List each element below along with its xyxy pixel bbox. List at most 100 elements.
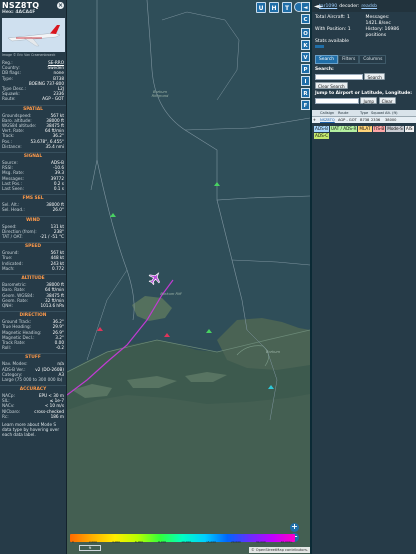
section-title: SPEED xyxy=(0,242,66,250)
section-row: Distance: 35.4 nmi xyxy=(0,144,66,149)
section-key[interactable]: Last Seen: xyxy=(2,186,24,191)
messages-rate: Messages: 1421.8/sec xyxy=(365,15,391,26)
section-key[interactable]: Roll: xyxy=(2,345,11,350)
table-cell: NSZ8TQ xyxy=(320,118,335,122)
scale-tick-label: 10,000 xyxy=(181,540,192,544)
scale-tick-label: 0 xyxy=(72,540,74,544)
column-header[interactable]: Callsign xyxy=(319,110,337,116)
tab-columns[interactable]: Columns xyxy=(359,55,387,64)
scale-tick-label: 4,000 xyxy=(111,540,120,544)
clear-search-button[interactable]: Clear Search xyxy=(315,82,348,89)
section-row: TAT / OAT: -21 / -51 °C xyxy=(0,234,66,239)
section-title: SPATIAL xyxy=(0,104,66,113)
toolbar-button-f[interactable]: F xyxy=(301,100,310,110)
section-title: FMS SEL xyxy=(0,194,66,202)
section-key[interactable]: Mach: xyxy=(2,266,15,271)
decoder-status-link[interactable]: readsb xyxy=(361,4,377,9)
detail-row: Route: AGP - GOT xyxy=(0,96,66,101)
aircraft-details: Reg.: SE-RRO Country: Sweden DB flags: none Ty… xyxy=(0,60,66,102)
info-footer-note: Learn more about Mode S data type by hov… xyxy=(2,421,60,437)
aircraft-hex: Hex: 4ACA4F xyxy=(2,10,36,15)
accuracy-key[interactable]: Rc: xyxy=(2,414,9,419)
airplane-photo-icon xyxy=(2,18,65,52)
section-key[interactable]: Distance: xyxy=(2,144,22,149)
section-row: Roll: -0.2 xyxy=(0,345,66,350)
section-key[interactable]: TAT / OAT: xyxy=(2,234,23,239)
toggle-h-button[interactable]: H xyxy=(269,2,279,13)
toolbar-button-i[interactable]: I xyxy=(301,76,310,86)
section-title: ALTITUDE xyxy=(0,274,66,282)
aircraft-table: Callsign Route Type Squawk Alt. (ft) ✈ NSZ8TQ… xyxy=(312,110,416,123)
source-legend-ads-c: ADS-C xyxy=(314,133,330,139)
aircraft-header: NSZ8TQ Hex: 4ACA4F × xyxy=(0,0,66,15)
tab-filters[interactable]: Filters xyxy=(338,55,360,64)
section-key[interactable]: QNH: xyxy=(2,303,13,308)
section-title: STUFF xyxy=(0,353,66,361)
table-header: Callsign Route Type Squawk Alt. (ft) xyxy=(312,110,416,117)
scale-tick-label: 30,000 xyxy=(255,540,266,544)
column-header[interactable]: Type xyxy=(359,110,370,116)
category-note: Large (75 000 to 300 000 lb) xyxy=(2,376,63,382)
toolbar-button-k[interactable]: K xyxy=(301,40,310,50)
scale-tick-label: 40,000+ xyxy=(280,540,293,544)
scale-tick-label: 15,000 xyxy=(206,540,216,544)
section-key[interactable]: Sel. Head.: xyxy=(2,207,25,212)
toggle-t-button[interactable]: T xyxy=(282,2,292,13)
stats-chip-icon[interactable] xyxy=(315,45,324,48)
search-input[interactable] xyxy=(315,73,363,80)
altitude-scale-ticks: 0 2,000 4,000 6,000 8,000 10,000 15,000 20,000 3… xyxy=(70,540,295,544)
map-toolbar: ◄ C O K V P I R F xyxy=(300,0,312,554)
selected-aircraft-panel: NSZ8TQ Hex: 4ACA4F × Image © Eric Van Cr… xyxy=(0,0,67,554)
column-header[interactable]: Alt. (ft) xyxy=(384,110,398,116)
map-label-borkum-riffgrund: Borkum Riffgrund xyxy=(151,90,169,98)
section-row: Sel. Head.: 26.0° xyxy=(0,207,66,212)
table-row[interactable]: ✈ NSZ8TQ AGP - GOT B738 2336 38000 xyxy=(312,117,416,123)
altitude-unit-toggle[interactable]: ft xyxy=(79,545,101,551)
photo-credit: Image © Eric Van Craenenbroeck xyxy=(2,53,56,57)
toggle-u-button[interactable]: U xyxy=(256,2,266,13)
toolbar-button-◄[interactable]: ◄ xyxy=(301,2,310,12)
accuracy-rows: NACp: EPU < 30 m SIL: ≤ 1e-7 NACv: < 10 m/s NI… xyxy=(0,393,66,419)
table-body: ✈ NSZ8TQ AGP - GOT B738 2336 38000 xyxy=(312,117,416,123)
column-header[interactable] xyxy=(398,110,408,116)
map-label-borkum: Borkum xyxy=(265,350,280,354)
source-legend-ais: AIS xyxy=(404,126,414,132)
close-icon[interactable]: × xyxy=(57,2,64,9)
section-title: WIND xyxy=(0,215,66,224)
source-legend: ADS-B UAT / ADS-R MLAT TIS-B Mode-S AIS ADS-C xyxy=(312,123,416,142)
aircraft-photo[interactable] xyxy=(2,18,65,52)
brand-link[interactable]: tar1090 xyxy=(319,4,337,9)
aircraft-callsign[interactable]: NSZ8TQ xyxy=(2,1,64,10)
table-cell: ✈ xyxy=(313,118,317,122)
map-canvas[interactable]: Borkum Riffgrund Borkum Riff Borkum U H … xyxy=(67,0,310,554)
search-button[interactable]: Search xyxy=(364,73,385,80)
jump-input[interactable] xyxy=(315,97,359,104)
section-title: SIGNAL xyxy=(0,152,66,160)
toolbar-button-o[interactable]: O xyxy=(301,28,310,38)
section-value: 1013.6 hPa xyxy=(40,302,64,308)
column-header[interactable]: Squawk xyxy=(370,110,384,116)
clear-jump-button[interactable]: Clear xyxy=(378,97,396,104)
detail-value: AGP - GOT xyxy=(42,96,64,102)
column-header[interactable] xyxy=(312,110,319,116)
column-header[interactable]: Route xyxy=(337,110,359,116)
side-tabs: Search Filters Columns xyxy=(315,55,413,64)
jump-button[interactable]: Jump xyxy=(360,97,378,104)
detail-key: Route: xyxy=(2,96,16,102)
section-row: QNH: 1013.6 hPa xyxy=(0,303,66,308)
map-label-borkum-riff: Borkum Riff xyxy=(160,292,182,296)
section-value: 35.4 nmi xyxy=(45,143,64,149)
source-legend-ads-b: ADS-B xyxy=(314,126,329,132)
tab-search[interactable]: Search xyxy=(315,55,339,64)
toolbar-button-v[interactable]: V xyxy=(301,52,310,62)
toolbar-button-p[interactable]: P xyxy=(301,64,310,74)
aircraft-sections: SPATIAL Groundspeed: 567 kt Baro. altitude:… xyxy=(0,104,66,377)
map-graphics xyxy=(67,0,310,554)
table-cell xyxy=(398,117,408,123)
toolbar-button-r[interactable]: R xyxy=(301,88,310,98)
toolbar-button-c[interactable]: C xyxy=(301,14,310,24)
zoom-in-button[interactable]: + xyxy=(290,523,299,532)
source-legend-mlat: MLAT xyxy=(358,126,372,132)
section-value: 0.772 xyxy=(52,265,64,271)
stats-block: Total Aircraft: 1 Messages: 1421.8/sec W… xyxy=(312,12,416,54)
